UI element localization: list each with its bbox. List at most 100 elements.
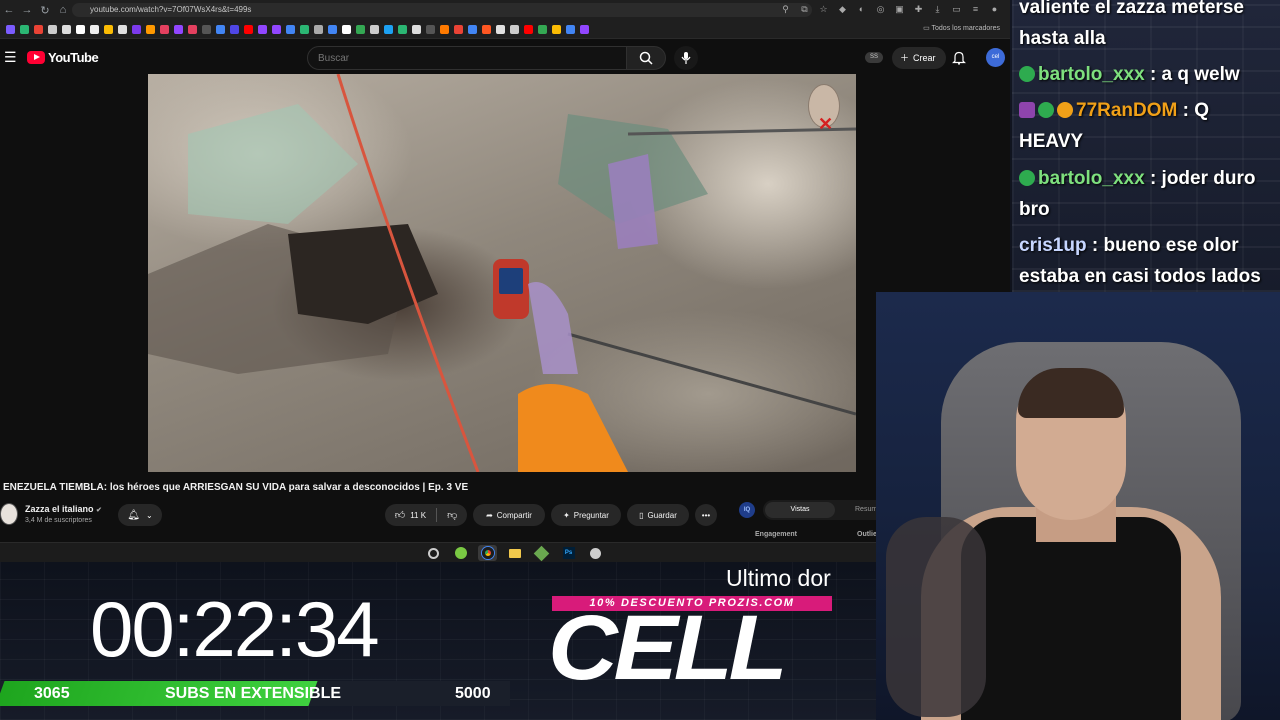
save-button[interactable]: ▯ Guardar <box>627 504 689 526</box>
bookmark-icon[interactable] <box>174 24 183 34</box>
bookmark-icon[interactable] <box>482 24 491 34</box>
dislike-button[interactable]: 👎︎ <box>447 509 457 521</box>
forward-icon[interactable]: → <box>18 0 36 20</box>
hamburger-menu-icon[interactable]: ☰ <box>4 49 17 66</box>
app-green-icon[interactable] <box>451 545 470 561</box>
notifications-button[interactable] <box>952 50 966 70</box>
bookmark-icon[interactable] <box>48 24 57 34</box>
bookmark-icon[interactable] <box>538 24 547 34</box>
outlier-label: Outlie <box>857 531 877 538</box>
bookmark-icon[interactable] <box>566 24 575 34</box>
chat-username: bartolo_xxx <box>1038 168 1145 189</box>
channel-name[interactable]: Zazza el italiano ✔ <box>25 504 102 514</box>
bookmark-icon[interactable] <box>62 24 71 34</box>
chat-badge-icon <box>1019 66 1035 82</box>
save-label: Guardar <box>647 510 677 520</box>
youtube-logo-text: YouTube <box>48 50 99 65</box>
youtube-header: ☰ YouTube SS ＋ Crear cel <box>0 40 1010 74</box>
menu-icon[interactable]: ≡ <box>970 2 981 16</box>
zoom-icon[interactable]: ⚲ <box>780 2 791 16</box>
more-actions-button[interactable]: ••• <box>695 504 717 526</box>
tab-vistas[interactable]: Vistas <box>765 502 835 518</box>
bookmark-icon[interactable] <box>76 24 85 34</box>
extension-icon[interactable]: ◆ <box>837 2 848 16</box>
back-icon[interactable]: ← <box>0 0 18 20</box>
extension-icon[interactable]: ◐ <box>856 2 867 16</box>
bookmark-icon[interactable] <box>230 24 239 34</box>
app-icon[interactable] <box>532 545 551 561</box>
streamer-arm-tattoo <box>886 517 986 717</box>
bookmark-icon[interactable] <box>132 24 141 34</box>
chat-message: bartolo_xxx : joder duro bro <box>1019 163 1275 225</box>
file-explorer-icon[interactable] <box>505 545 524 561</box>
ask-button[interactable]: ✦ Preguntar <box>551 504 621 526</box>
bookmark-icon[interactable] <box>426 24 435 34</box>
browser-window: ← → ↻ ⌂ youtube.com/watch?v=7Of07WsX4rs&… <box>0 0 1010 542</box>
youtube-play-icon <box>27 51 45 64</box>
share-page-icon[interactable]: ⧉ <box>799 2 810 16</box>
bookmark-icon[interactable] <box>188 24 197 34</box>
bookmark-icon[interactable] <box>34 24 43 34</box>
subscriber-badge-icon <box>1019 102 1035 118</box>
photoshop-icon[interactable]: Ps <box>559 545 578 561</box>
app-icon[interactable] <box>586 545 605 561</box>
home-icon[interactable]: ⌂ <box>54 0 72 20</box>
account-avatar[interactable]: cel <box>986 48 1005 67</box>
bookmark-icon[interactable] <box>524 24 533 34</box>
youtube-logo[interactable]: YouTube <box>27 50 99 65</box>
all-bookmarks-link[interactable]: ▭ Todos los marcadores <box>923 24 1000 32</box>
bookmark-icon[interactable] <box>454 24 463 34</box>
bookmark-icon[interactable] <box>258 24 267 34</box>
download-icon[interactable]: ⤓ <box>932 2 943 16</box>
bookmark-icon[interactable] <box>496 24 505 34</box>
ss-extension-badge[interactable]: SS <box>865 52 883 63</box>
profile-icon[interactable]: ● <box>989 2 1000 16</box>
extension-icon[interactable]: ◎ <box>875 2 886 16</box>
bookmark-icon[interactable] <box>20 24 29 34</box>
bookmark-icon[interactable] <box>370 24 379 34</box>
bookmark-icon[interactable] <box>314 24 323 34</box>
bookmark-icon[interactable] <box>216 24 225 34</box>
bookmark-icon[interactable] <box>6 24 15 34</box>
create-button[interactable]: ＋ Crear <box>892 47 946 69</box>
bookmark-icon[interactable] <box>202 24 211 34</box>
vidiq-icon[interactable]: IQ <box>739 502 755 518</box>
obs-icon[interactable] <box>424 545 443 561</box>
bookmark-icon[interactable] <box>328 24 337 34</box>
bookmark-icon[interactable] <box>580 24 589 34</box>
reload-icon[interactable]: ↻ <box>36 0 54 20</box>
bookmark-icon[interactable] <box>384 24 393 34</box>
bookmark-icon[interactable] <box>104 24 113 34</box>
bookmark-icon[interactable] <box>552 24 561 34</box>
bookmark-icon[interactable] <box>412 24 421 34</box>
extension-icon[interactable]: ▣ <box>894 2 905 16</box>
search-input[interactable] <box>307 46 627 70</box>
bookmark-icon[interactable] <box>440 24 449 34</box>
bookmark-icon[interactable] <box>90 24 99 34</box>
bookmark-icon[interactable] <box>398 24 407 34</box>
channel-avatar[interactable] <box>0 503 18 525</box>
bookmark-icon[interactable] <box>286 24 295 34</box>
subscribed-notifications-button[interactable]: 🔔︎ ⌄ <box>118 504 162 526</box>
cast-icon[interactable]: ▭ <box>951 2 962 16</box>
bookmark-icon[interactable] <box>356 24 365 34</box>
bookmark-icon[interactable] <box>510 24 519 34</box>
tab-resumen[interactable]: Resum <box>855 502 877 518</box>
search-button[interactable] <box>626 46 666 70</box>
bookmark-icon[interactable] <box>272 24 281 34</box>
bookmark-icon[interactable] <box>342 24 351 34</box>
bookmark-icon[interactable] <box>300 24 309 34</box>
address-bar[interactable]: youtube.com/watch?v=7Of07WsX4rs&t=499s <box>72 3 812 17</box>
like-button[interactable]: 👍︎ 11 K <box>395 509 426 521</box>
chrome-icon[interactable] <box>478 545 497 561</box>
voice-search-button[interactable] <box>674 46 698 70</box>
video-player[interactable]: ✕ <box>148 74 856 472</box>
bookmark-icon[interactable] <box>160 24 169 34</box>
bookmark-icon[interactable] <box>244 24 253 34</box>
puzzle-icon[interactable]: ✚ <box>913 2 924 16</box>
bookmark-icon[interactable] <box>146 24 155 34</box>
bookmark-icon[interactable] <box>118 24 127 34</box>
bookmark-icon[interactable] <box>468 24 477 34</box>
bookmark-star-icon[interactable]: ☆ <box>818 2 829 16</box>
share-button[interactable]: ➦ Compartir <box>473 504 545 526</box>
